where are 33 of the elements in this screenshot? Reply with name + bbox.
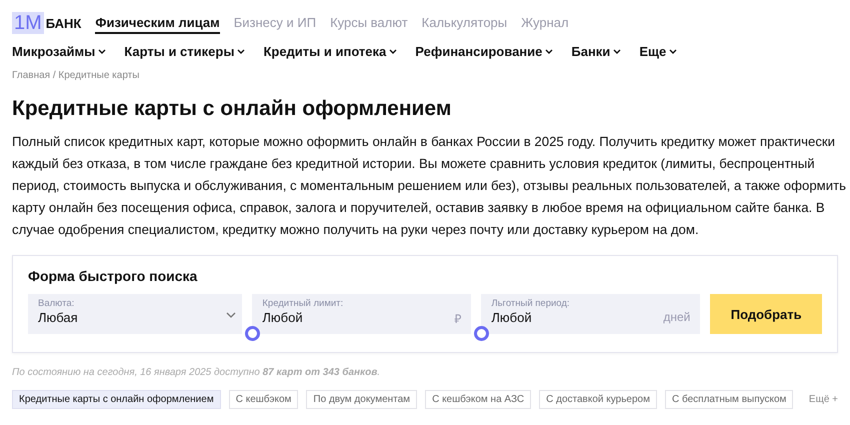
chevron-down-icon	[226, 312, 236, 318]
more-link[interactable]: Ещё +	[808, 394, 838, 405]
chevron-down-icon	[98, 48, 106, 54]
search-button[interactable]: Подобрать	[710, 294, 822, 334]
logo[interactable]: 1M БАНК	[12, 12, 82, 34]
nav-link[interactable]: Физическим лицам	[95, 12, 220, 34]
chevron-down-icon	[389, 48, 398, 54]
slider-thumb[interactable]	[245, 326, 260, 341]
filter-tag[interactable]: С кешбэком на АЗС	[425, 390, 532, 409]
filter-tag[interactable]: С бесплатным выпуском	[664, 390, 794, 409]
chevron-down-icon	[545, 48, 554, 54]
filter-tag[interactable]: По двум документам	[306, 390, 418, 409]
filter-tag[interactable]: С доставкой курьером	[539, 390, 657, 409]
menu-item[interactable]: Карты и стикеры	[124, 44, 246, 58]
chevron-down-icon	[669, 48, 678, 54]
filter-tag[interactable]: С кешбэком	[228, 390, 298, 409]
menu-item[interactable]: Кредиты и ипотека	[263, 44, 398, 58]
menu-item[interactable]: Банки	[571, 44, 622, 58]
slider-field[interactable]: Кредитный лимит: Любой ₽	[252, 294, 472, 334]
menu-item[interactable]: Рефинансирование	[415, 44, 554, 58]
page-title: Кредитные карты с онлайн оформлением	[12, 97, 452, 121]
menu-item[interactable]: Еще	[639, 44, 678, 58]
slider-thumb[interactable]	[474, 326, 490, 341]
slider-field[interactable]: Льготный период: Любой дней	[481, 294, 700, 334]
chevron-down-icon	[613, 48, 622, 54]
filter-tag[interactable]: Кредитные карты с онлайн оформлением	[12, 390, 221, 409]
select-field[interactable]: Валюта: Любая	[28, 294, 242, 334]
card-title: Форма быстрого поиска	[28, 268, 198, 284]
chevron-down-icon	[237, 48, 246, 54]
intro-text: Полный список кредитных карт, которые можно оформить онлайн в банках России в 2025 году. Получить кредитку может практически каждый без отказа, в том числе граждане без кредитной истории. Вы можете сравнить условия кредиток (лимиты, беспроцентный период, стоимость выпуска и обслуживания, с моментальным решением или без), отзывы реальных пользователей, а также оформить карту онлайн без посещения офиса, справок, залога и поручителей, оставив заявку в любое время на официальном сайте банка. В случае одобрения специалистом, кредитку можно получить на руки через почту или доставку курьером на дом.	[12, 133, 846, 239]
breadcrumb: Главная / Кредитные карты	[12, 70, 140, 81]
menu-item[interactable]: Микрозаймы	[12, 44, 106, 58]
status-text: По состоянию на сегодня, 16 января 2025 доступно 87 карт от 343 банков.	[12, 367, 382, 378]
